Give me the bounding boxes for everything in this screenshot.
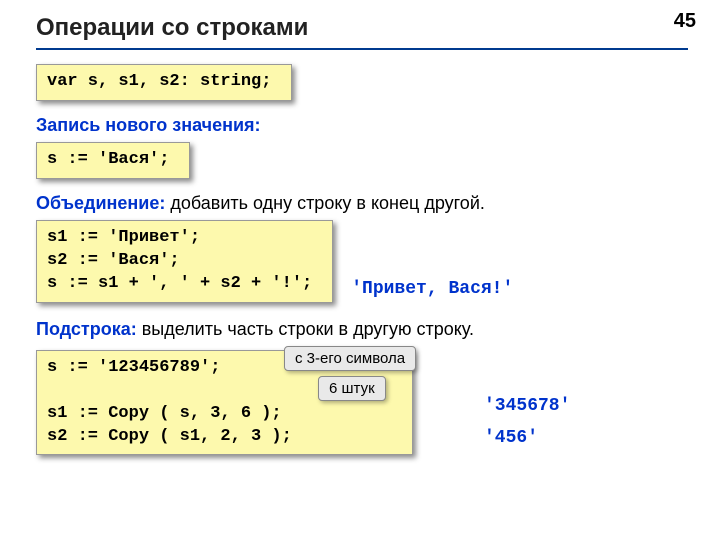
title-rule: [36, 48, 688, 50]
result-sub2: '456': [484, 428, 570, 448]
section-substring: Подстрока: выделить часть строки в другу…: [36, 319, 688, 340]
section-assign-label: Запись нового значения:: [36, 115, 688, 136]
slide-title: Операции со строками: [36, 14, 688, 42]
section-sub-desc: выделить часть строки в другую строку.: [137, 319, 474, 339]
page-number: 45: [674, 10, 696, 33]
result-concat: 'Привет, Вася!': [351, 279, 513, 299]
section-concat: Объединение: добавить одну строку в коне…: [36, 193, 688, 214]
section-sub-label: Подстрока:: [36, 319, 137, 339]
concat-row: s1 := 'Привет'; s2 := 'Вася'; s := s1 + …: [36, 220, 688, 303]
substring-results: '345678' '456': [484, 396, 570, 448]
callout-count: 6 штук: [318, 376, 386, 401]
section-concat-label: Объединение:: [36, 193, 165, 213]
result-sub1: '345678': [484, 396, 570, 416]
substring-area: s := '123456789'; s1 := Copy ( s, 3, 6 )…: [36, 350, 688, 456]
callout-from-char: с 3-его символа: [284, 346, 416, 371]
code-assign: s := 'Вася';: [36, 142, 190, 179]
slide: 45 Операции со строками var s, s1, s2: s…: [0, 0, 720, 540]
section-concat-desc: добавить одну строку в конец другой.: [165, 193, 485, 213]
code-concat: s1 := 'Привет'; s2 := 'Вася'; s := s1 + …: [36, 220, 333, 303]
code-declaration: var s, s1, s2: string;: [36, 64, 292, 101]
